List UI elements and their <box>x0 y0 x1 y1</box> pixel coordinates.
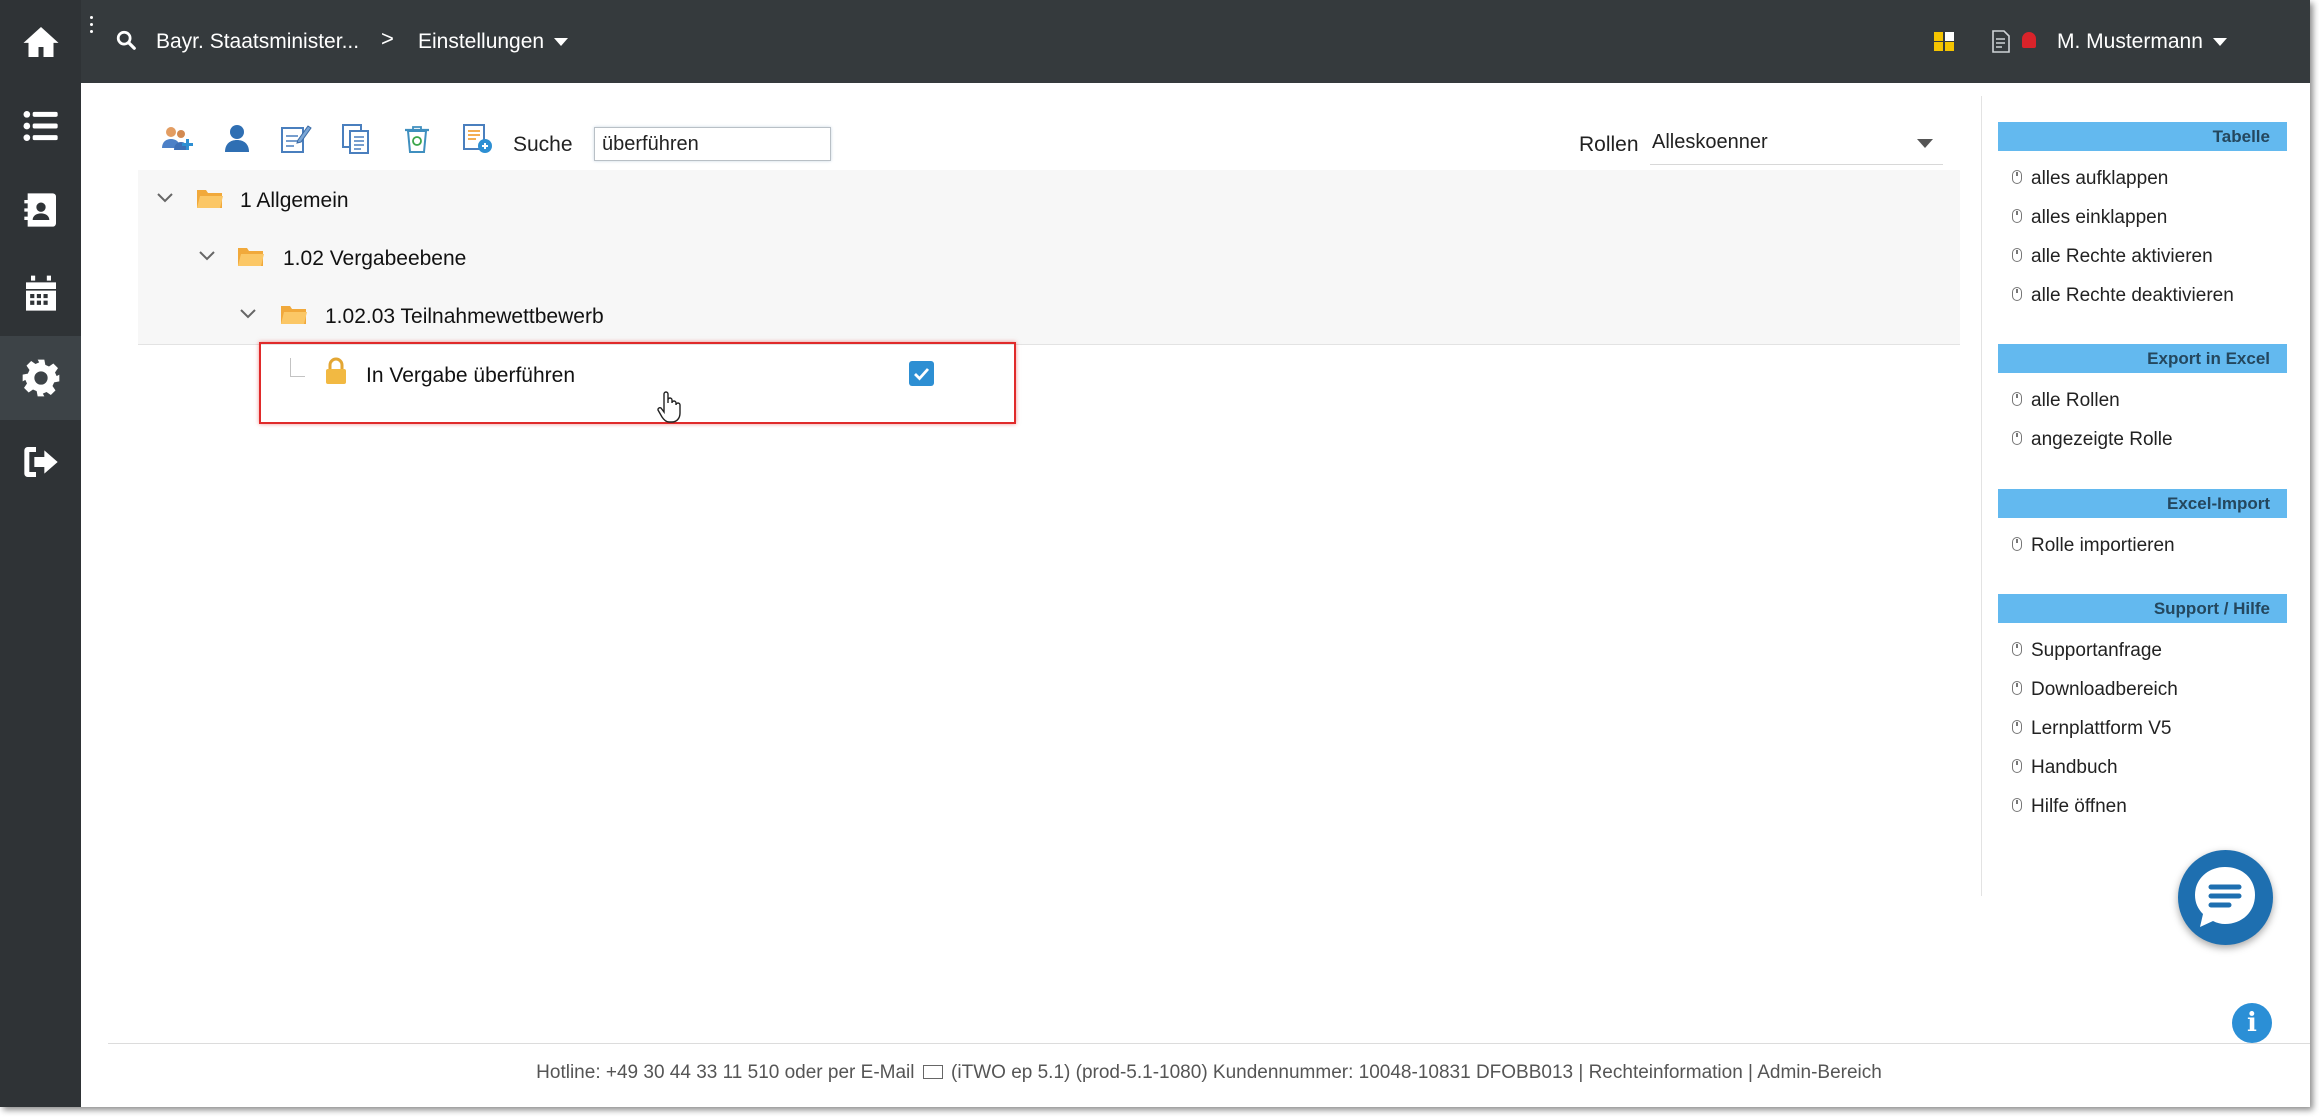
mouse-icon <box>2012 170 2022 184</box>
section-header-excel-import: Excel-Import <box>1998 489 2287 518</box>
calendar-icon <box>25 275 56 311</box>
add-user-group-icon[interactable] <box>160 122 194 156</box>
link-hilfe-oeffnen[interactable]: Hilfe öffnen <box>2031 796 2127 818</box>
export-settings-icon[interactable] <box>461 122 495 156</box>
link-rolle-importieren[interactable]: Rolle importieren <box>2031 535 2175 557</box>
section-header-support-hilfe: Support / Hilfe <box>1998 594 2287 623</box>
mouse-icon <box>2012 759 2022 773</box>
chat-button[interactable] <box>2178 850 2273 945</box>
mouse-icon <box>2012 209 2022 223</box>
breadcrumb-separator: > <box>381 26 394 51</box>
search-label: Suche <box>513 133 573 156</box>
sidebar-item-list[interactable] <box>0 84 81 168</box>
chevron-down-icon[interactable] <box>239 304 257 322</box>
mouse-icon <box>2012 537 2022 551</box>
mouse-icon <box>2012 392 2022 406</box>
folder-open-icon <box>197 190 223 208</box>
right-panel: Tabelle alles aufklappen alles einklappe… <box>1981 96 2300 896</box>
app-window: Bayr. Staatsminister... > Einstellungen … <box>0 0 2310 1107</box>
breadcrumb-settings[interactable]: Einstellungen <box>418 30 569 54</box>
folder-open-icon <box>281 306 307 324</box>
notification-bell-icon[interactable] <box>2022 32 2036 48</box>
footer-text: Hotline: +49 30 44 33 11 510 oder per E-… <box>108 1062 2310 1084</box>
document-edit-icon[interactable] <box>1991 30 2011 54</box>
link-lernplattform[interactable]: Lernplattform V5 <box>2031 718 2171 740</box>
link-alle-rechte-deaktivieren[interactable]: alle Rechte deaktivieren <box>2031 285 2234 307</box>
sidebar-item-contacts[interactable] <box>0 168 81 252</box>
mouse-icon <box>2012 287 2022 301</box>
checkmark-icon <box>914 368 930 381</box>
mouse-icon <box>2012 248 2022 262</box>
tree-row-level3[interactable]: 1.02.03 Teilnahmewettbewerb <box>138 286 1960 345</box>
link-handbuch[interactable]: Handbuch <box>2031 757 2118 779</box>
sidebar-item-logout[interactable] <box>0 420 81 504</box>
logout-icon <box>23 447 58 477</box>
tree-label: 1.02 Vergabeebene <box>283 247 467 270</box>
link-alle-rollen[interactable]: alle Rollen <box>2031 390 2120 412</box>
tree-label: 1.02.03 Teilnahmewettbewerb <box>325 305 604 328</box>
permission-checkbox[interactable] <box>909 361 934 386</box>
search-icon[interactable] <box>115 29 137 51</box>
sidebar-item-settings[interactable] <box>0 336 81 420</box>
search-input[interactable] <box>594 127 831 161</box>
tree-row-level2[interactable]: 1.02 Vergabeebene <box>138 228 1960 287</box>
footer-info[interactable]: (iTWO ep 5.1) (prod-5.1-1080) Kundennumm… <box>951 1062 1882 1083</box>
chevron-down-icon <box>554 38 569 47</box>
link-angezeigte-rolle[interactable]: angezeigte Rolle <box>2031 429 2173 451</box>
sidebar-item-calendar[interactable] <box>0 252 81 336</box>
roles-selected-value: Alleskoenner <box>1652 131 1768 153</box>
footer: Hotline: +49 30 44 33 11 510 oder per E-… <box>108 1043 2310 1107</box>
section-header-tabelle: Tabelle <box>1998 122 2287 151</box>
sidebar-item-home[interactable] <box>0 0 81 84</box>
link-alle-rechte-aktivieren[interactable]: alle Rechte aktivieren <box>2031 246 2213 268</box>
tree-row-level1[interactable]: 1 Allgemein <box>138 170 1960 229</box>
roles-label: Rollen <box>1579 133 1639 156</box>
folder-open-icon <box>238 248 264 266</box>
roles-select[interactable]: Alleskoenner <box>1650 122 1943 165</box>
user-name: M. Mustermann <box>2057 30 2203 53</box>
link-alles-einklappen[interactable]: alles einklappen <box>2031 207 2167 229</box>
chevron-down-icon[interactable] <box>198 246 216 264</box>
home-icon <box>23 27 58 57</box>
user-icon[interactable] <box>220 122 254 156</box>
mouse-icon <box>2012 798 2022 812</box>
breadcrumb-organization[interactable]: Bayr. Staatsminister... <box>156 30 359 54</box>
list-icon <box>23 111 58 141</box>
apps-icon[interactable] <box>1934 32 1954 52</box>
link-supportanfrage[interactable]: Supportanfrage <box>2031 640 2162 662</box>
mouse-icon <box>2012 720 2022 734</box>
contacts-icon <box>23 193 56 227</box>
tree-leaf-label: In Vergabe überführen <box>366 364 575 387</box>
info-icon[interactable]: i <box>2232 1003 2272 1043</box>
kebab-menu-icon[interactable] <box>90 16 94 38</box>
sidebar <box>0 0 81 1107</box>
lock-icon <box>326 357 346 384</box>
chat-bubble-icon <box>2195 867 2255 927</box>
hand-cursor-icon <box>657 391 681 423</box>
mouse-icon <box>2012 431 2022 445</box>
footer-hotline[interactable]: Hotline: +49 30 44 33 11 510 oder per E-… <box>536 1062 914 1083</box>
gear-icon <box>22 359 59 397</box>
breadcrumb-settings-label: Einstellungen <box>418 30 545 53</box>
tree-label: 1 Allgemein <box>240 189 349 212</box>
delete-icon[interactable] <box>400 122 434 156</box>
link-alles-aufklappen[interactable]: alles aufklappen <box>2031 168 2168 190</box>
mail-icon[interactable] <box>922 1065 943 1079</box>
link-downloadbereich[interactable]: Downloadbereich <box>2031 679 2178 701</box>
copy-icon[interactable] <box>339 122 373 156</box>
top-header: Bayr. Staatsminister... > Einstellungen … <box>81 0 2310 83</box>
mouse-icon <box>2012 681 2022 695</box>
edit-document-icon[interactable] <box>278 122 312 156</box>
section-header-export-excel: Export in Excel <box>1998 344 2287 373</box>
mouse-icon <box>2012 642 2022 656</box>
user-menu[interactable]: M. Mustermann <box>2057 30 2227 54</box>
chevron-down-icon[interactable] <box>156 188 174 206</box>
tree-connector-line <box>290 358 305 377</box>
chevron-down-icon <box>1917 139 1933 148</box>
chevron-down-icon <box>2212 38 2227 47</box>
